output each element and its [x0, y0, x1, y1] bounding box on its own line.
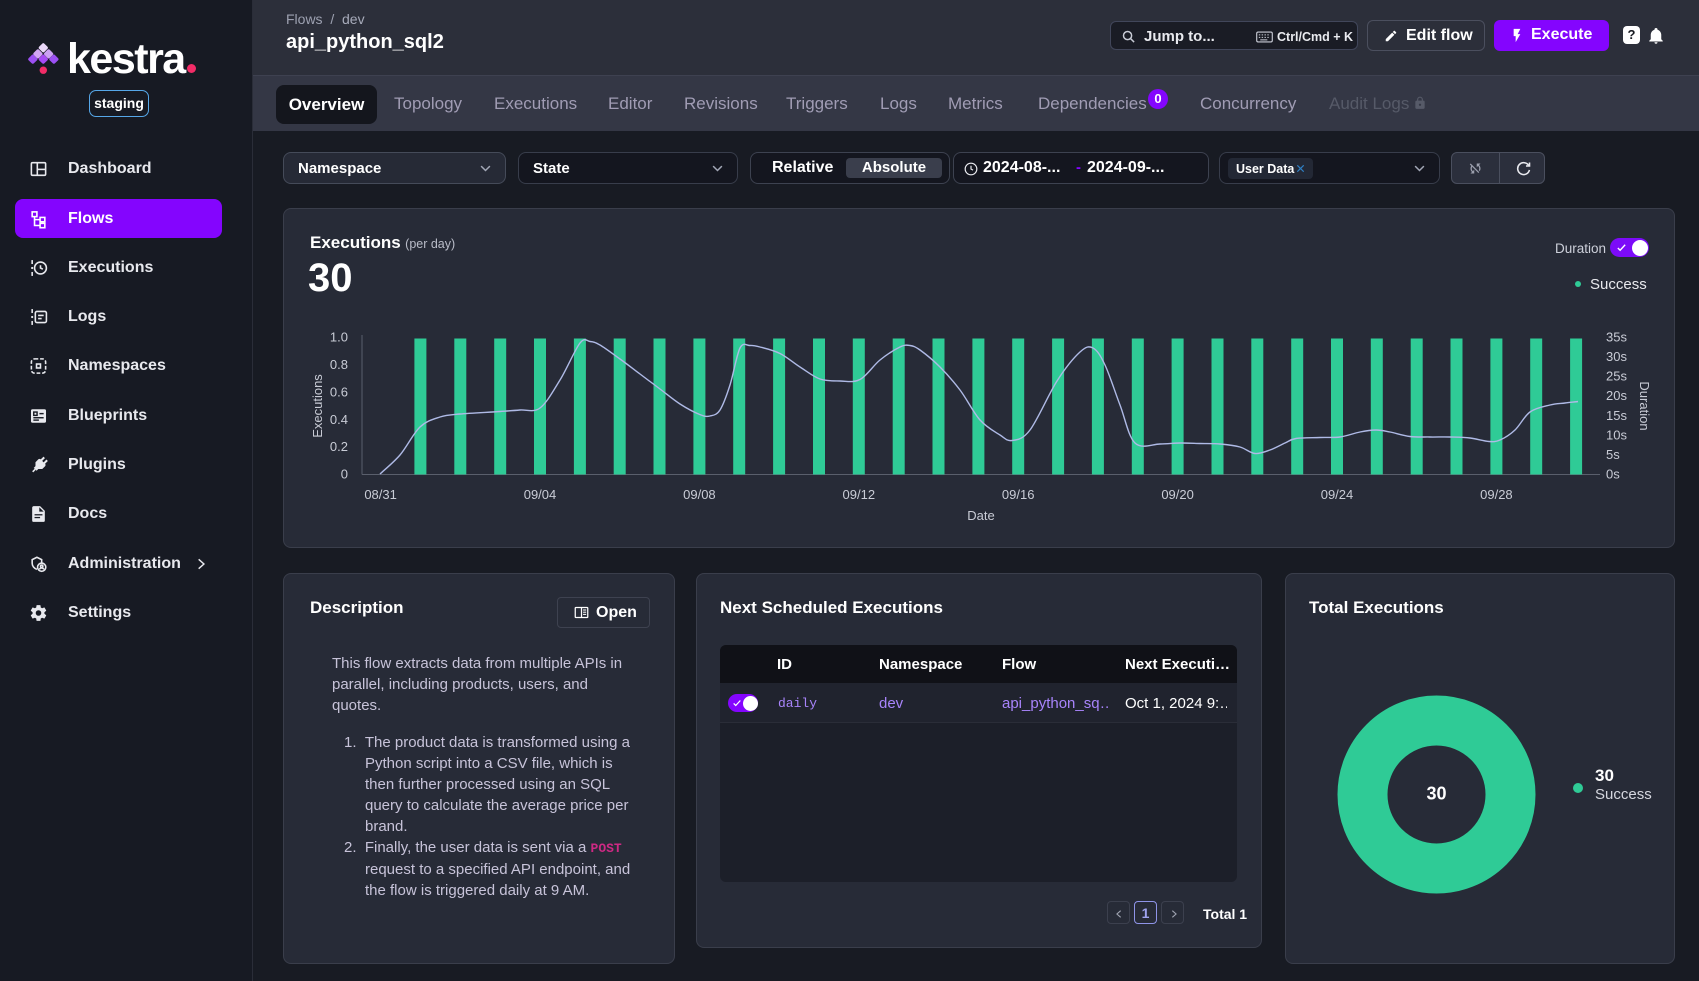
- svg-text:Executions: Executions: [310, 374, 325, 438]
- svg-text:0.4: 0.4: [330, 412, 348, 427]
- svg-text:0s: 0s: [1606, 467, 1620, 482]
- svg-text:0: 0: [341, 467, 348, 482]
- svg-text:1.0: 1.0: [330, 330, 348, 345]
- svg-text:5s: 5s: [1606, 447, 1620, 462]
- svg-text:09/16: 09/16: [1002, 487, 1035, 502]
- svg-text:20s: 20s: [1606, 388, 1627, 403]
- svg-text:30s: 30s: [1606, 349, 1627, 364]
- svg-text:0.8: 0.8: [330, 357, 348, 372]
- svg-text:0.6: 0.6: [330, 384, 348, 399]
- svg-text:30: 30: [1426, 784, 1446, 804]
- svg-text:09/08: 09/08: [683, 487, 716, 502]
- svg-text:09/24: 09/24: [1321, 487, 1354, 502]
- svg-text:09/04: 09/04: [524, 487, 557, 502]
- svg-text:10s: 10s: [1606, 427, 1627, 442]
- svg-text:09/12: 09/12: [843, 487, 876, 502]
- svg-text:08/31: 08/31: [364, 487, 397, 502]
- svg-text:09/28: 09/28: [1480, 487, 1513, 502]
- svg-text:09/20: 09/20: [1161, 487, 1194, 502]
- svg-text:0.2: 0.2: [330, 439, 348, 454]
- svg-text:35s: 35s: [1606, 330, 1627, 345]
- svg-text:Date: Date: [967, 508, 994, 523]
- svg-text:Duration: Duration: [1637, 381, 1652, 430]
- svg-text:15s: 15s: [1606, 408, 1627, 423]
- svg-text:25s: 25s: [1606, 369, 1627, 384]
